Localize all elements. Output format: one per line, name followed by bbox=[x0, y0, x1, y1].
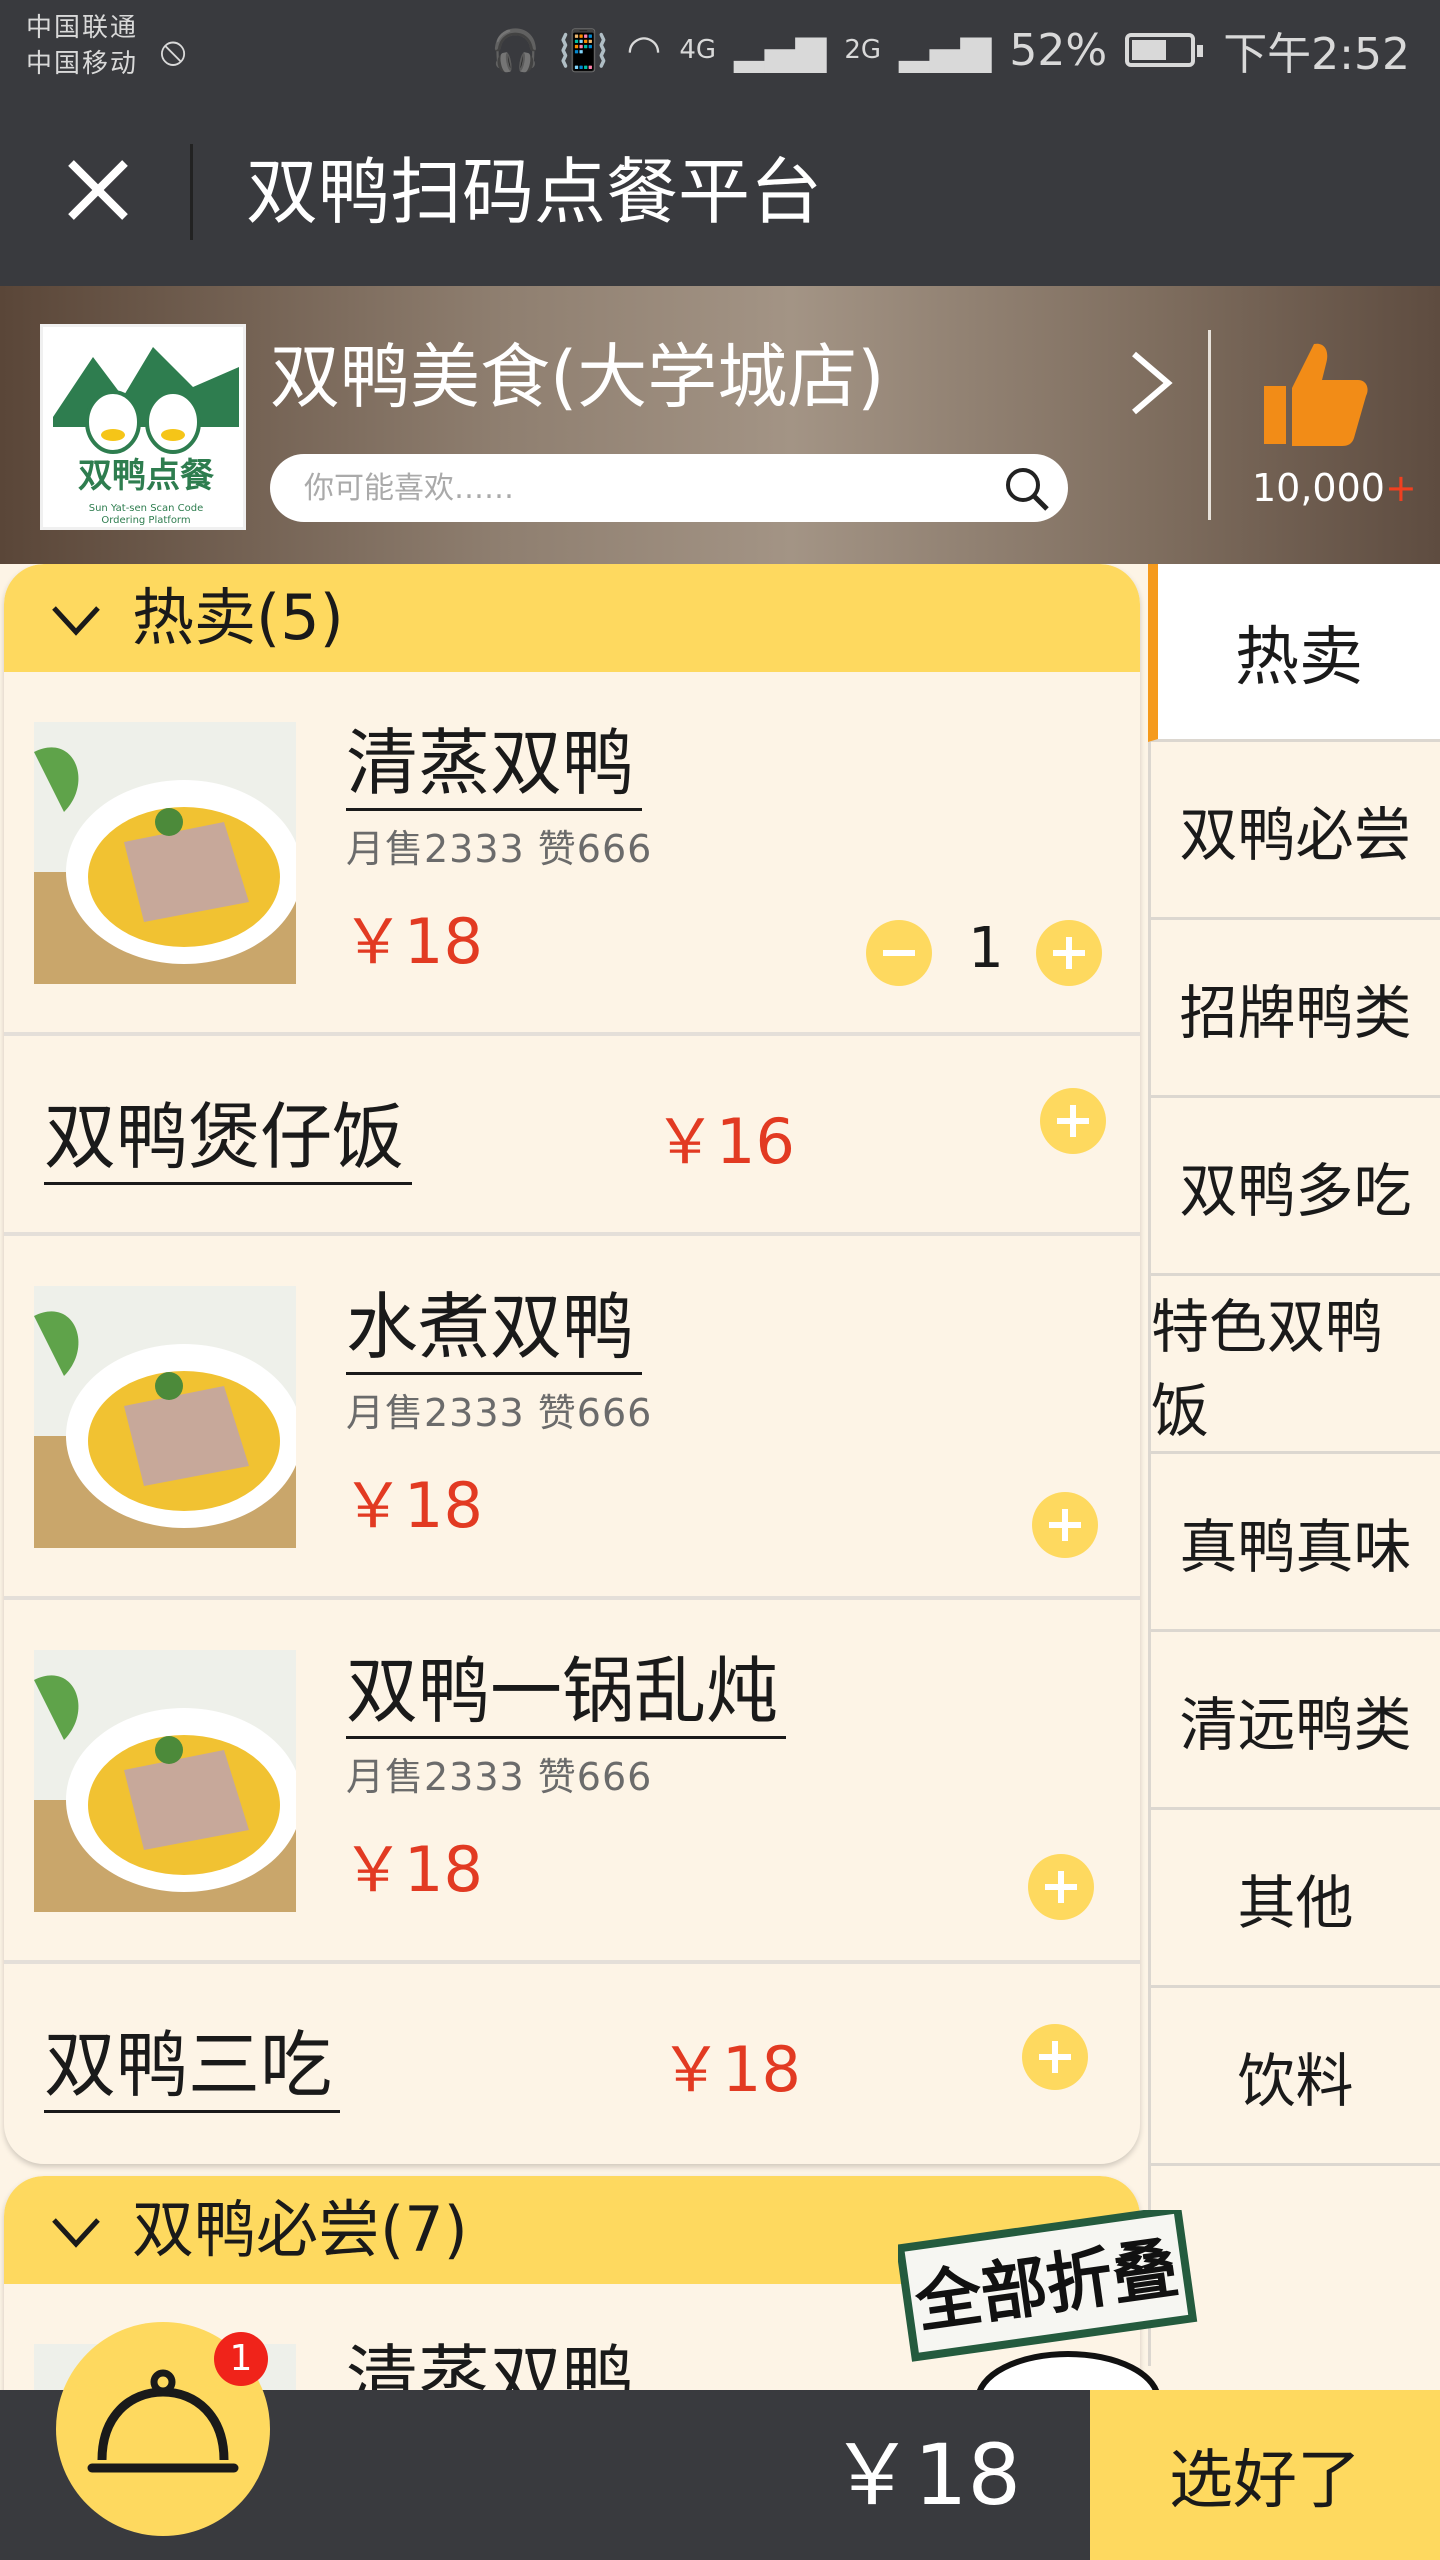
category-duck-variety[interactable]: 双鸭多吃 bbox=[1148, 1098, 1440, 1276]
dish-name[interactable]: 双鸭三吃 bbox=[44, 2020, 341, 2113]
category-hot[interactable]: 热卖 bbox=[1148, 564, 1440, 742]
dish-image bbox=[34, 722, 296, 984]
signal-icon-1: ▂▄▆ bbox=[734, 27, 827, 73]
clock: 下午2:52 bbox=[1223, 29, 1410, 80]
wifi-icon: ◠ bbox=[626, 27, 662, 73]
title-divider bbox=[190, 144, 193, 240]
dish-price: ￥16 bbox=[654, 1105, 795, 1178]
dish-name[interactable]: 双鸭一锅乱炖 bbox=[346, 1646, 787, 1739]
category-duck-rice[interactable]: 特色双鸭饭 bbox=[1148, 1276, 1440, 1454]
add-button[interactable] bbox=[1022, 2024, 1088, 2090]
dish-sales: 月售2333 赞666 bbox=[346, 1755, 653, 1799]
dish-item[interactable]: 双鸭三吃 ￥18 bbox=[4, 1964, 1140, 2164]
search-input[interactable] bbox=[304, 464, 944, 512]
dish-price: ￥18 bbox=[342, 1469, 483, 1542]
store-logo: 双鸭点餐 Sun Yat-sen Scan Code Ordering Plat… bbox=[40, 324, 246, 530]
chevron-right-icon[interactable] bbox=[1116, 348, 1186, 418]
dish-item[interactable]: 双鸭一锅乱炖 月售2333 赞666 ￥18 bbox=[4, 1600, 1140, 1964]
dish-sales: 月售2333 赞666 bbox=[346, 1391, 653, 1435]
cart-badge: 1 bbox=[214, 2332, 268, 2386]
category-signature-duck[interactable]: 招牌鸭类 bbox=[1148, 920, 1440, 1098]
checkout-button[interactable]: 选好了 bbox=[1090, 2390, 1440, 2560]
add-button[interactable] bbox=[1032, 1492, 1098, 1558]
plus-icon bbox=[1049, 1509, 1081, 1541]
chevron-down-icon bbox=[52, 2218, 100, 2248]
like-count-value: 10,000 bbox=[1252, 466, 1385, 510]
section-title: 热卖(5) bbox=[132, 581, 344, 654]
quantity-value: 1 bbox=[968, 916, 1004, 981]
plus-icon bbox=[1039, 2041, 1071, 2073]
category-sidebar: 热卖 双鸭必尝 招牌鸭类 双鸭多吃 特色双鸭饭 真鸭真味 清远鸭类 其他 饮料 bbox=[1148, 564, 1440, 2390]
cloche-icon bbox=[87, 2369, 239, 2473]
hd-call-icon: ⦸ bbox=[160, 28, 187, 74]
plus-icon bbox=[1053, 937, 1085, 969]
carrier-info: 中国联通 中国移动 bbox=[26, 10, 138, 82]
section-title: 双鸭必尝(7) bbox=[132, 2193, 468, 2266]
search-box[interactable] bbox=[270, 454, 1068, 522]
svg-text:双鸭点餐: 双鸭点餐 bbox=[78, 456, 214, 496]
category-real-duck[interactable]: 真鸭真味 bbox=[1148, 1454, 1440, 1632]
plus-icon bbox=[1057, 1105, 1089, 1137]
thumbs-up-icon[interactable] bbox=[1254, 334, 1374, 454]
dish-price: ￥18 bbox=[342, 1833, 483, 1906]
dish-name[interactable]: 清蒸双鸭 bbox=[346, 2334, 642, 2390]
dish-price: ￥18 bbox=[342, 905, 483, 978]
like-plus: + bbox=[1384, 466, 1417, 510]
add-button[interactable] bbox=[1036, 920, 1102, 986]
svg-text:Ordering Platform: Ordering Platform bbox=[101, 515, 190, 526]
signal-icon-2: ▂▄▆ bbox=[899, 27, 992, 73]
dish-name[interactable]: 双鸭煲仔饭 bbox=[44, 1092, 413, 1185]
dish-item[interactable]: 双鸭煲仔饭 ￥16 bbox=[4, 1036, 1140, 1236]
dish-image bbox=[34, 1286, 296, 1548]
carrier-1: 中国联通 bbox=[26, 13, 139, 43]
category-must-try[interactable]: 双鸭必尝 bbox=[1148, 742, 1440, 920]
section-hot: 热卖(5) 清蒸双鸭 月售2333 赞666 ￥18 1 双鸭煲仔饭 ￥16 水… bbox=[4, 564, 1140, 2164]
dish-item[interactable]: 清蒸双鸭 月售2333 赞666 ￥18 1 bbox=[4, 672, 1140, 1036]
carrier-2: 中国移动 bbox=[26, 49, 139, 79]
like-count: 10,000+ bbox=[1252, 466, 1417, 510]
page-title: 双鸭扫码点餐平台 bbox=[246, 150, 823, 234]
store-header: 双鸭点餐 Sun Yat-sen Scan Code Ordering Plat… bbox=[0, 286, 1440, 564]
dish-image bbox=[34, 1650, 296, 1912]
dish-name[interactable]: 水煮双鸭 bbox=[346, 1282, 643, 1375]
battery-icon bbox=[1125, 33, 1204, 67]
dish-name[interactable]: 清蒸双鸭 bbox=[346, 718, 643, 811]
category-other[interactable]: 其他 bbox=[1148, 1810, 1440, 1988]
close-button[interactable] bbox=[48, 140, 148, 240]
add-button[interactable] bbox=[1040, 1088, 1106, 1154]
add-button[interactable] bbox=[1028, 1854, 1094, 1920]
close-icon bbox=[68, 160, 128, 220]
dish-price: ￥18 bbox=[660, 2033, 801, 2106]
status-bar: 中国联通 中国移动 ⦸ 🎧 📳 ◠ 4G ▂▄▆ 2G ▂▄▆ 52% 下午2:… bbox=[0, 0, 1440, 100]
collapse-all-button[interactable]: 全部折叠 bbox=[895, 2204, 1198, 2449]
dish-item[interactable]: 水煮双鸭 月售2333 赞666 ￥18 bbox=[4, 1236, 1140, 1600]
status-icons: 🎧 📳 ◠ 4G ▂▄▆ 2G ▂▄▆ 52% 下午2:52 bbox=[490, 20, 1410, 81]
header-divider bbox=[1208, 330, 1211, 520]
svg-text:Sun Yat-sen Scan Code: Sun Yat-sen Scan Code bbox=[89, 503, 204, 514]
category-qingyuan-duck[interactable]: 清远鸭类 bbox=[1148, 1632, 1440, 1810]
dish-list[interactable]: 热卖(5) 清蒸双鸭 月售2333 赞666 ￥18 1 双鸭煲仔饭 ￥16 水… bbox=[0, 564, 1148, 2390]
cart-total: ￥18 bbox=[830, 2426, 1021, 2524]
dish-sales: 月售2333 赞666 bbox=[346, 827, 653, 871]
plus-icon bbox=[1045, 1871, 1077, 1903]
network-2g-label: 2G bbox=[844, 35, 882, 65]
section-header[interactable]: 热卖(5) bbox=[4, 564, 1140, 672]
decrease-button[interactable] bbox=[866, 920, 932, 986]
minus-icon bbox=[883, 950, 915, 956]
vibrate-icon: 📳 bbox=[558, 27, 609, 74]
duck-logo-image: 双鸭点餐 Sun Yat-sen Scan Code Ordering Plat… bbox=[43, 327, 243, 527]
network-4g-label: 4G bbox=[679, 35, 717, 65]
headphones-icon: 🎧 bbox=[490, 27, 541, 74]
battery-percent: 52% bbox=[1009, 24, 1108, 76]
title-bar: 双鸭扫码点餐平台 bbox=[0, 100, 1440, 286]
chevron-down-icon bbox=[52, 606, 100, 636]
search-icon[interactable] bbox=[1004, 466, 1050, 512]
store-name[interactable]: 双鸭美食(大学城店) bbox=[270, 332, 885, 422]
category-drinks[interactable]: 饮料 bbox=[1148, 1988, 1440, 2166]
